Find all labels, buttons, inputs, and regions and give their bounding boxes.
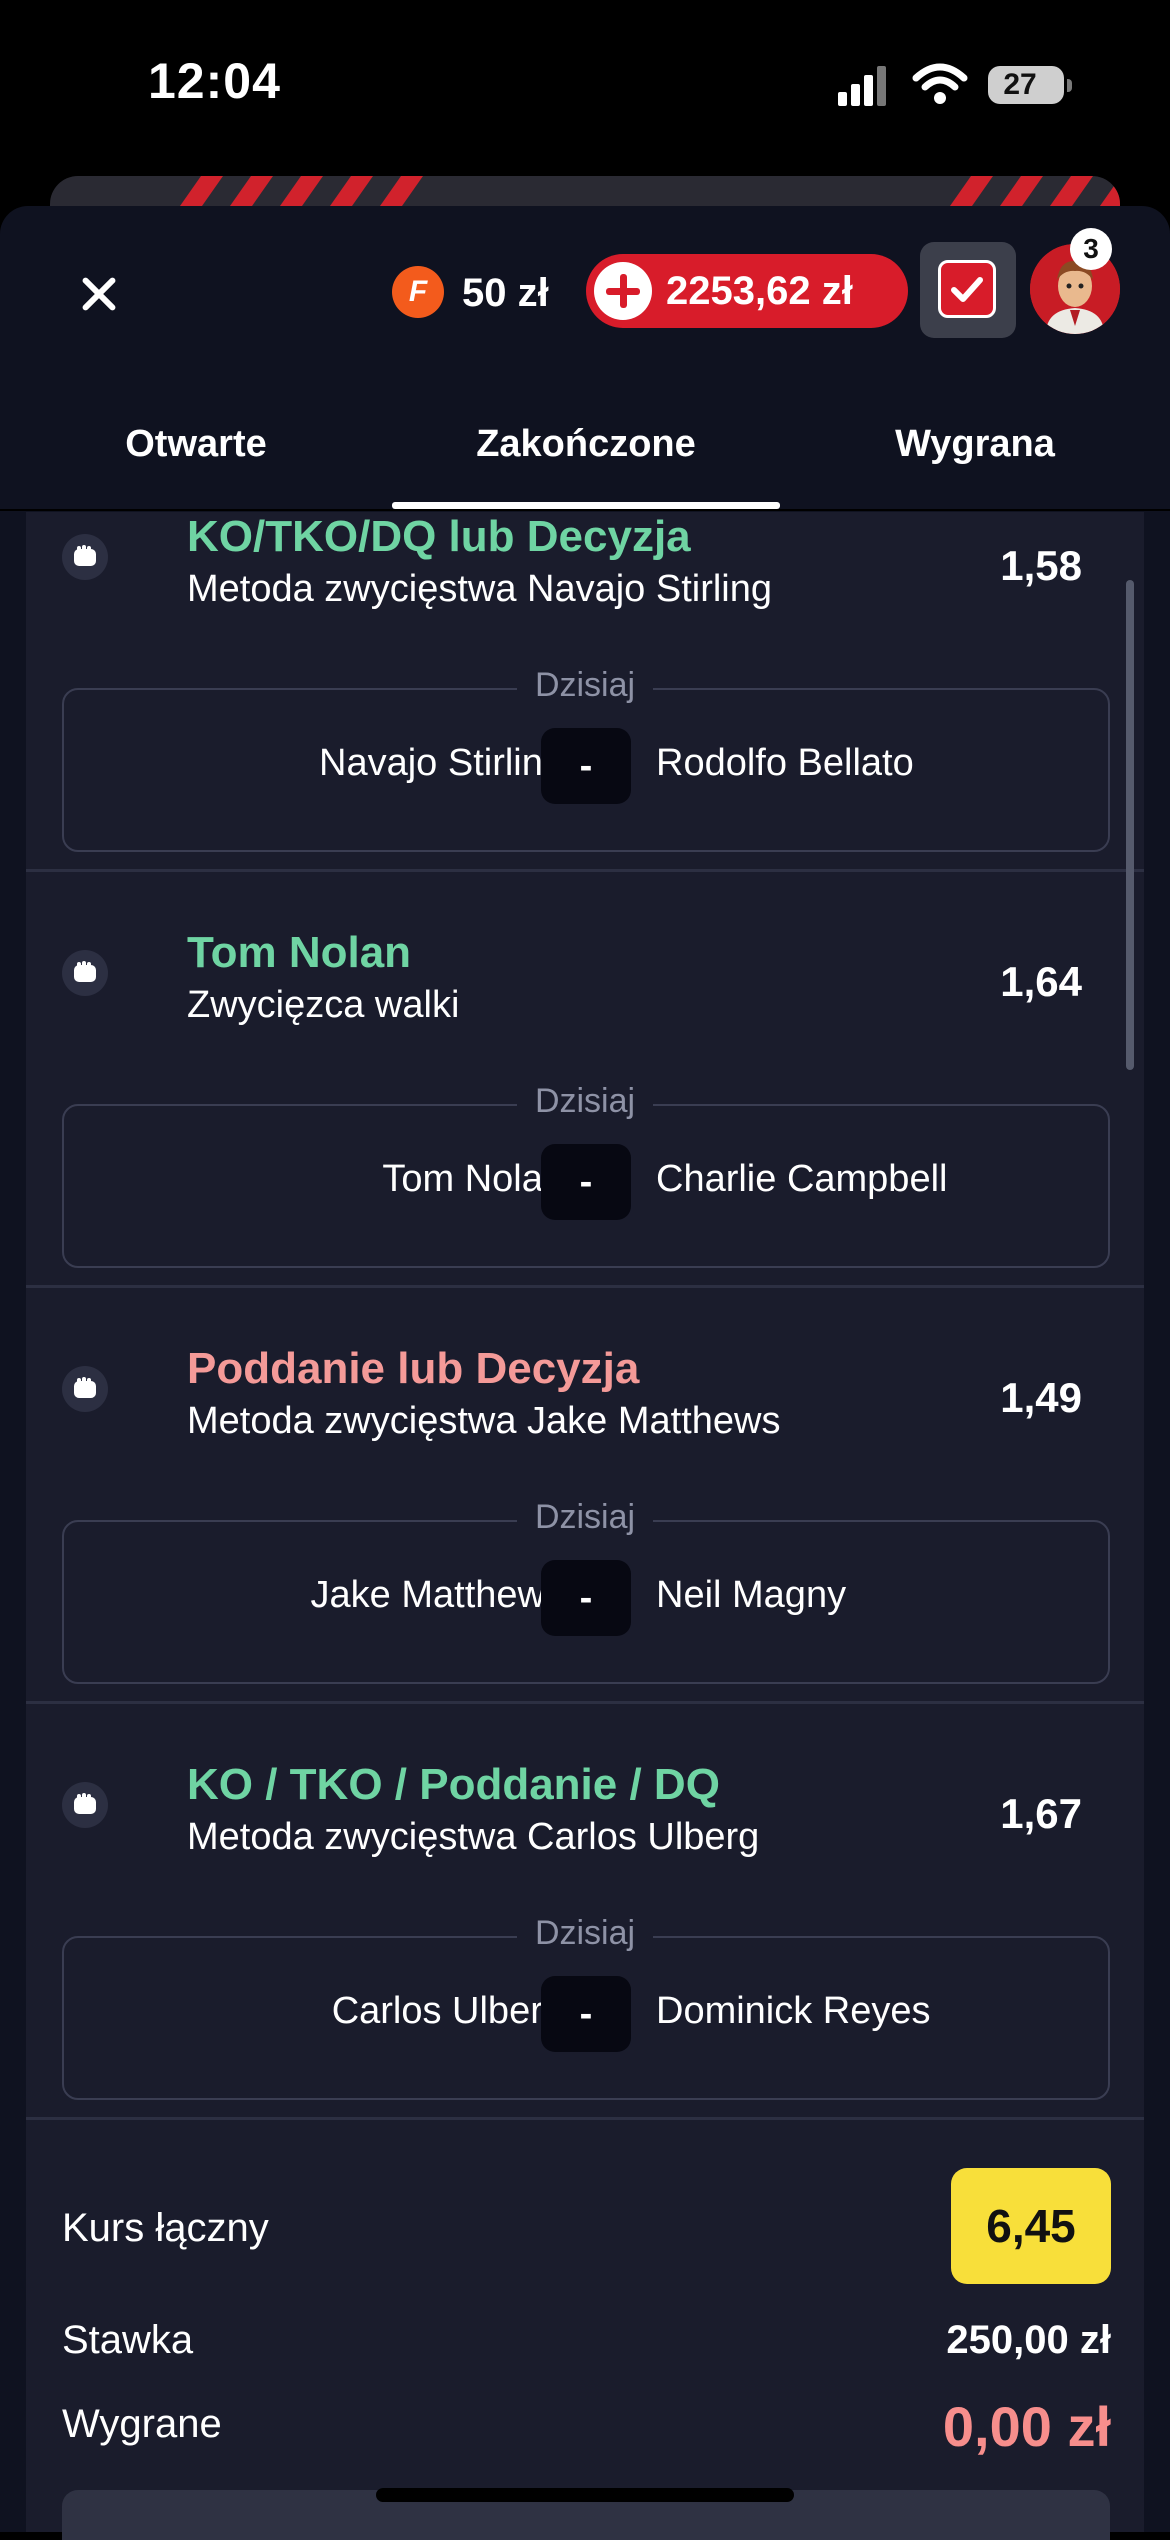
match-date-label: Dzisiaj [516, 1498, 654, 1536]
fighter-away: Neil Magny [656, 1574, 847, 1616]
tab-finished[interactable]: Zakończone [392, 402, 780, 502]
cellular-signal-icon [838, 66, 888, 106]
wifi-icon [912, 63, 968, 104]
bet-market: Metoda zwycięstwa Carlos Ulberg [187, 1816, 760, 1858]
bet-item[interactable]: KO/TKO/DQ lub Decyzja Metoda zwycięstwa … [26, 512, 1144, 872]
bet-market: Metoda zwycięstwa Jake Matthews [187, 1400, 781, 1442]
stake-label: Stawka [62, 2318, 194, 2362]
freebet-balance: 50 zł [462, 271, 549, 315]
fighter-home: Navajo Stirling [319, 742, 564, 784]
battery-level: 27 [1003, 68, 1037, 101]
bet-selection: KO / TKO / Poddanie / DQ [187, 1760, 720, 1809]
bet-market: Metoda zwycięstwa Navajo Stirling [187, 568, 773, 610]
mma-fist-icon [62, 950, 108, 996]
total-odds-badge: 6,45 [951, 2168, 1111, 2284]
match-score: - [541, 728, 631, 804]
match-date: Dzisiaj [26, 1914, 1144, 1953]
stake-value: 250,00 zł [946, 2318, 1111, 2362]
tab-open[interactable]: Otwarte [0, 402, 392, 502]
bet-selection: Tom Nolan [187, 928, 412, 977]
fighter-away: Dominick Reyes [656, 1990, 931, 2032]
bet-summary: Kurs łączny 6,45 Stawka 250,00 zł Wygran… [26, 2130, 1144, 2540]
mma-fist-icon [62, 1782, 108, 1828]
total-odds-label: Kurs łączny [62, 2206, 269, 2250]
deposit-button[interactable]: 2253,62 zł [586, 254, 908, 328]
bet-item[interactable]: KO / TKO / Poddanie / DQ Metoda zwycięst… [26, 1704, 1144, 2120]
divider [0, 509, 1170, 511]
match-date: Dzisiaj [26, 1498, 1144, 1537]
winnings-label: Wygrane [62, 2402, 222, 2446]
balance-amount: 2253,62 zł [666, 269, 853, 313]
mma-fist-icon [62, 1366, 108, 1412]
clock: 12:04 [148, 53, 281, 109]
match-score: - [541, 1560, 631, 1636]
match-score: - [541, 1144, 631, 1220]
match-date: Dzisiaj [26, 1082, 1144, 1121]
fighter-away: Rodolfo Bellato [656, 742, 914, 784]
active-tab-indicator [392, 502, 780, 509]
winnings-value: 0,00 zł [942, 2395, 1111, 2458]
plus-icon [594, 262, 652, 320]
notification-badge: 3 [1070, 228, 1112, 270]
match-score: - [541, 1976, 631, 2052]
bet-selection: KO/TKO/DQ lub Decyzja [187, 512, 691, 561]
bet-item[interactable]: Tom Nolan Zwycięzca walki 1,64 Dzisiaj T… [26, 872, 1144, 1288]
tab-bar: Otwarte Zakończone Wygrana [0, 402, 1170, 512]
match-date-label: Dzisiaj [516, 666, 654, 704]
bet-odds: 1,49 [1000, 1374, 1082, 1421]
mma-fist-icon [62, 534, 108, 580]
betslip-button[interactable] [920, 242, 1016, 338]
scrollbar[interactable] [1126, 580, 1134, 1070]
home-indicator[interactable] [376, 2488, 794, 2502]
match-date-label: Dzisiaj [516, 1082, 654, 1120]
freebet-coin-icon: F [392, 266, 444, 318]
checkmark-icon [938, 260, 996, 318]
bet-market: Zwycięzca walki [187, 984, 460, 1026]
bet-selection: Poddanie lub Decyzja [187, 1344, 640, 1393]
fighter-home: Carlos Ulberg [331, 1990, 564, 2032]
bet-odds: 1,64 [1000, 958, 1082, 1005]
bet-odds: 1,67 [1000, 1790, 1082, 1837]
bet-list[interactable]: KO/TKO/DQ lub Decyzja Metoda zwycięstwa … [26, 512, 1144, 2136]
status-bar: 12:04 27 [0, 0, 1170, 170]
fighter-away: Charlie Campbell [656, 1158, 948, 1200]
match-date: Dzisiaj [26, 666, 1144, 705]
bet-odds: 1,58 [1000, 542, 1082, 589]
fighter-home: Tom Nolan [382, 1158, 564, 1200]
fighter-home: Jake Matthews [310, 1574, 564, 1616]
tab-won[interactable]: Wygrana [780, 402, 1170, 502]
battery-icon: 27 [988, 66, 1072, 104]
match-date-label: Dzisiaj [516, 1914, 654, 1952]
bet-item[interactable]: Poddanie lub Decyzja Metoda zwycięstwa J… [26, 1288, 1144, 1704]
close-button[interactable] [70, 266, 126, 322]
